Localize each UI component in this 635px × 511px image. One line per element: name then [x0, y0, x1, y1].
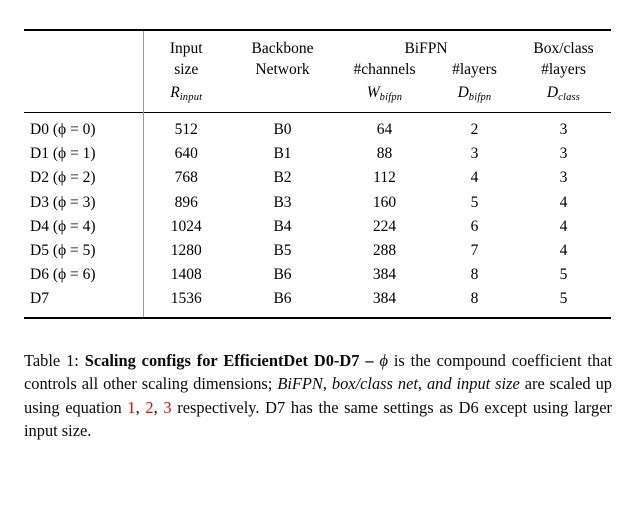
sym-Dbifpn: D [457, 84, 469, 101]
table-row: D7 1536 B6 384 8 5 [24, 287, 611, 312]
row-boxclass: 4 [559, 193, 568, 211]
row-boxclass: 5 [559, 290, 568, 308]
row-layers: 5 [470, 193, 479, 211]
header-top-spacer [24, 31, 611, 38]
row-channels: 224 [372, 217, 397, 235]
header-model-blank-2 [24, 59, 143, 80]
header-bifpn-group: BiFPN [404, 40, 448, 57]
row-backbone: B4 [273, 217, 292, 235]
table-row: D2 (ϕ = 2) 768 B2 112 4 3 [24, 166, 611, 191]
row-channels: 112 [373, 169, 396, 187]
table-row: D1 (ϕ = 1) 640 B1 88 3 3 [24, 142, 611, 167]
row-input-size: 896 [142, 190, 229, 215]
header-backbone-symbol-blank [229, 80, 336, 113]
row-input-size: 1536 [142, 287, 229, 312]
row-channels: 384 [372, 266, 397, 284]
row-input-size: 768 [142, 166, 229, 191]
sym-R: R [170, 84, 180, 101]
caption-title: Scaling configs for EfficientDet D0-D7 – [84, 351, 374, 370]
row-channels: 384 [372, 290, 397, 308]
caption-label: Table 1: [24, 351, 79, 370]
sym-W: W [366, 84, 380, 101]
row-layers: 3 [470, 145, 479, 163]
sym-Dclass: D [546, 84, 559, 101]
row-input-size: 640 [142, 142, 229, 167]
header-channels-symbol: Wbifpn [336, 80, 433, 113]
row-backbone: B1 [273, 145, 292, 163]
row-model-label: D2 (ϕ = 2) [30, 169, 96, 187]
row-channels: 288 [372, 242, 397, 260]
header-layers-symbol: Dbifpn [433, 80, 516, 113]
row-backbone: B6 [273, 290, 292, 308]
row-channels: 64 [376, 121, 393, 138]
header-boxclass-symbol: Dclass [516, 80, 611, 113]
row-model-label: D6 (ϕ = 6) [30, 266, 96, 284]
row-model-label: D5 (ϕ = 5) [30, 242, 96, 260]
table-rule-bottom [24, 316, 611, 320]
table-row: D4 (ϕ = 4) 1024 B4 224 6 4 [24, 214, 611, 240]
row-channels: 88 [376, 145, 393, 163]
header-model-blank [24, 38, 143, 59]
row-boxclass: 3 [559, 145, 568, 163]
row-boxclass: 5 [559, 266, 568, 284]
equation-link-3[interactable]: 3 [163, 398, 171, 417]
row-boxclass: 4 [559, 217, 568, 235]
row-layers: 8 [470, 290, 479, 308]
caption-sep-2: , [153, 397, 164, 417]
header-backbone-line1: Backbone [251, 40, 314, 57]
row-channels: 160 [372, 193, 397, 211]
table-row: D6 (ϕ = 6) 1408 B6 384 8 5 [24, 263, 611, 288]
header-boxclass-line2: #layers [541, 61, 586, 78]
header-input-line1: Input [142, 38, 229, 59]
row-layers: 6 [470, 217, 479, 235]
row-boxclass: 3 [559, 121, 568, 138]
row-backbone: B2 [273, 169, 292, 187]
header-backbone-line2: Network [255, 61, 310, 78]
table-row: D3 (ϕ = 3) 896 B3 160 5 4 [24, 190, 611, 215]
row-backbone: B0 [273, 121, 292, 138]
equation-link-2[interactable]: 2 [145, 398, 153, 417]
row-input-size: 1024 [142, 214, 229, 240]
row-layers: 7 [470, 242, 479, 260]
row-model-label: D1 (ϕ = 1) [30, 145, 96, 163]
caption-phi-symbol: ϕ [379, 351, 388, 370]
header-boxclass-line1: Box/class [533, 40, 594, 57]
table-row: D5 (ϕ = 5) 1280 B5 288 7 4 [24, 239, 611, 264]
row-layers: 4 [470, 169, 479, 187]
header-layers-label: #layers [452, 61, 497, 78]
caption-sep-1: , [135, 397, 146, 417]
table-caption: Table 1: Scaling configs for EfficientDe… [24, 349, 612, 442]
header-row-1: Input Backbone BiFPN Box/class [24, 38, 611, 59]
row-layers: 8 [470, 266, 479, 284]
table-row: D0 (ϕ = 0) 512 B0 64 2 3 [24, 118, 611, 143]
table: Input Backbone BiFPN Box/class size Netw… [24, 29, 611, 320]
row-layers: 2 [470, 121, 479, 138]
sym-W-sub: bifpn [379, 92, 403, 103]
header-channels-label: #channels [353, 61, 416, 78]
sym-Dbifpn-sub: bifpn [468, 92, 492, 103]
header-model-blank-3 [24, 80, 143, 113]
row-model-label: D4 (ϕ = 4) [30, 217, 96, 235]
row-input-size: 1408 [142, 263, 229, 288]
scaling-configs-table: Input Backbone BiFPN Box/class size Netw… [24, 29, 611, 320]
row-boxclass: 4 [559, 242, 568, 260]
row-model-label: D0 (ϕ = 0) [30, 121, 96, 138]
row-backbone: B3 [273, 193, 292, 211]
row-backbone: B5 [273, 242, 292, 260]
row-input-size: 1280 [142, 239, 229, 264]
row-boxclass: 3 [559, 169, 568, 187]
caption-italic-terms: BiFPN, box/class net, and input size [277, 374, 520, 394]
header-input-line2: size [142, 59, 229, 80]
row-backbone: B6 [273, 266, 292, 284]
header-input-symbol: Rinput [142, 80, 229, 113]
header-row-symbols: Rinput Wbifpn Dbifpn Dclass [24, 80, 611, 113]
header-row-2: size Network #channels #layers #layers [24, 59, 611, 80]
row-model-label: D3 (ϕ = 3) [30, 193, 96, 211]
sym-Dclass-sub: class [558, 92, 581, 103]
row-model-label: D7 [30, 290, 49, 308]
figure-page: Input Backbone BiFPN Box/class size Netw… [0, 0, 635, 511]
equation-link-1[interactable]: 1 [127, 398, 135, 417]
sym-R-sub: input [179, 92, 203, 103]
row-input-size: 512 [142, 118, 229, 143]
